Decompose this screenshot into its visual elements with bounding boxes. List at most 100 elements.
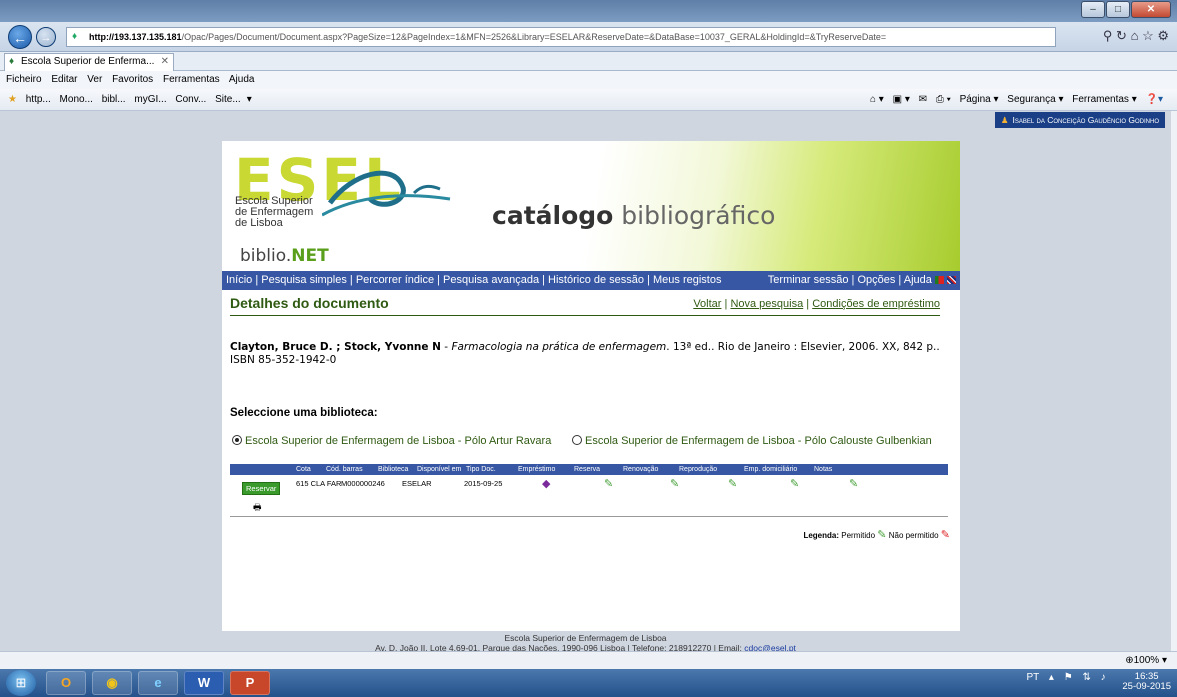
page-viewport: ♟ Isabel da Conceição Gaudêncio Godinho E…	[0, 111, 1171, 653]
nav-links[interactable]: Início | Pesquisa simples | Percorrer ín…	[226, 274, 721, 286]
show-hidden-icons[interactable]: ▴	[1049, 672, 1054, 683]
permitted-icon: ✎	[790, 478, 800, 490]
menu-ver[interactable]: Ver	[87, 74, 102, 85]
permitted-icon: ✎	[728, 478, 738, 490]
title-divider	[230, 315, 940, 316]
outlook-taskbar-icon[interactable]: O	[46, 671, 86, 695]
word-taskbar-icon[interactable]: W	[184, 671, 224, 695]
col-cota: Cota	[296, 466, 311, 473]
col-barcode: Cód. barras	[326, 466, 363, 473]
internet-explorer-taskbar-icon[interactable]: e	[138, 671, 178, 695]
flag-icon[interactable]: ⚑	[1064, 672, 1073, 683]
mail-icon[interactable]: ✉	[919, 94, 927, 105]
search-icon[interactable]: ⚲	[1103, 28, 1113, 43]
windows-taskbar: ⊞ O ◉ e W P PT ▴ ⚑ ⇅ ♪ 16:35 25-09-2015	[0, 669, 1177, 697]
menu-editar[interactable]: Editar	[51, 74, 77, 85]
help-icon[interactable]: ❓▾	[1146, 94, 1163, 105]
favorites-star-icon[interactable]: ★	[8, 94, 17, 105]
permitted-icon: ✎	[670, 478, 680, 490]
close-tab-icon[interactable]: ✕	[161, 54, 169, 70]
network-icon[interactable]: ⇅	[1082, 672, 1090, 683]
back-button[interactable]: ←	[8, 25, 32, 49]
col-reproduction: Reprodução	[679, 466, 718, 473]
tab-favicon-icon: ♦	[9, 56, 15, 67]
favorite-link[interactable]: http...	[26, 94, 51, 105]
site-header: ESEL Escola Superior de Enfermagem de Li…	[222, 141, 960, 271]
reference-authors: Clayton, Bruce D. ; Stock, Yvonne N	[230, 341, 441, 353]
command-pagina[interactable]: Página ▾	[960, 94, 999, 105]
user-icon: ♟	[1000, 115, 1009, 125]
favorites-bar: ★ http... Mono... bibl... myGI... Conv..…	[0, 89, 1177, 111]
footer-institution: Escola Superior de Enfermagem de Lisboa	[504, 633, 667, 643]
favorite-link[interactable]: bibl...	[102, 94, 126, 105]
radio-unselected-icon[interactable]	[572, 435, 582, 445]
zoom-level[interactable]: ⊕100% ▾	[1125, 655, 1167, 666]
print-icon[interactable]: ⎙ ▾	[936, 94, 951, 105]
refresh-icon[interactable]: ↻	[1116, 28, 1127, 43]
catalog-page: ESEL Escola Superior de Enfermagem de Li…	[222, 141, 960, 631]
user-badge[interactable]: ♟ Isabel da Conceição Gaudêncio Godinho	[994, 112, 1165, 128]
portugal-flag-icon[interactable]	[934, 276, 944, 285]
page-links: Voltar | Nova pesquisa | Condições de em…	[693, 298, 940, 310]
volume-icon[interactable]: ♪	[1101, 672, 1106, 683]
home-icon[interactable]: ⌂ ▾	[870, 94, 884, 105]
radio-selected-icon[interactable]	[232, 435, 242, 445]
nav-session-links[interactable]: Terminar sessão | Opções | Ajuda	[768, 274, 932, 286]
menu-ajuda[interactable]: Ajuda	[229, 74, 255, 85]
menu-ficheiro[interactable]: Ficheiro	[6, 74, 42, 85]
page-favicon-icon: ♦	[72, 31, 78, 42]
col-reserve: Reserva	[574, 466, 601, 473]
page-footer: Escola Superior de Enfermagem de Lisboa …	[0, 633, 1171, 653]
uk-flag-icon[interactable]	[947, 276, 956, 285]
cell-cota: 615 CLA FAR	[296, 479, 342, 488]
url-field[interactable]: http://193.137.135.181/Opac/Pages/Docume…	[66, 27, 1056, 47]
logo-wave-icon	[322, 170, 451, 217]
clock[interactable]: 16:35 25-09-2015	[1115, 672, 1171, 692]
favorite-link[interactable]: Mono...	[60, 94, 93, 105]
zoom-icon: ⊕	[1125, 655, 1134, 666]
forward-button[interactable]: →	[36, 27, 56, 47]
back-link[interactable]: Voltar	[693, 298, 721, 310]
favorite-link[interactable]: myGI...	[134, 94, 166, 105]
vertical-scrollbar[interactable]	[1171, 111, 1177, 651]
col-library: Biblioteca	[378, 466, 409, 473]
col-notes: Notas	[814, 466, 833, 473]
minimize-button[interactable]: –	[1081, 1, 1105, 18]
maximize-button[interactable]: □	[1106, 1, 1130, 18]
browser-tab[interactable]: ♦ Escola Superior de Enferma... ✕	[4, 53, 174, 71]
favorite-link[interactable]: Site...	[215, 94, 241, 105]
library-option-calouste-gulbenkian[interactable]: Escola Superior de Enfermagem de Lisboa …	[572, 435, 932, 447]
menu-favoritos[interactable]: Favoritos	[112, 74, 153, 85]
gear-icon[interactable]: ⚙	[1157, 28, 1169, 43]
print-icon[interactable]: 🖶	[253, 500, 262, 516]
menu-ferramentas[interactable]: Ferramentas	[163, 74, 220, 85]
cell-barcode: M000000246	[341, 479, 385, 488]
powerpoint-taskbar-icon[interactable]: P	[230, 671, 270, 695]
language-indicator[interactable]: PT	[1026, 672, 1039, 683]
user-name: Isabel da Conceição Gaudêncio Godinho	[1012, 115, 1159, 125]
command-seguranca[interactable]: Segurança ▾	[1007, 94, 1063, 105]
catalog-title: catálogo bibliográfico	[492, 201, 776, 230]
page-title: Detalhes do documento	[230, 295, 389, 311]
new-search-link[interactable]: Nova pesquisa	[730, 298, 803, 310]
start-button[interactable]: ⊞	[6, 670, 36, 696]
system-tray: PT ▴ ⚑ ⇅ ♪ 16:35 25-09-2015	[1019, 672, 1171, 692]
feeds-icon[interactable]: ▣ ▾	[893, 94, 910, 105]
col-loan: Empréstimo	[518, 466, 556, 473]
command-ferramentas[interactable]: Ferramentas ▾	[1072, 94, 1136, 105]
permitted-icon: ✎	[604, 478, 614, 490]
bibliographic-reference: Clayton, Bruce D. ; Stock, Yvonne N - Fa…	[230, 341, 940, 366]
reference-title: Farmacologia na prática de enfermagem	[451, 341, 667, 353]
main-navigation: Início | Pesquisa simples | Percorrer ín…	[222, 271, 960, 290]
close-button[interactable]: ✕	[1131, 1, 1171, 18]
home-icon[interactable]: ⌂	[1131, 28, 1139, 43]
favorites-star-icon[interactable]: ☆	[1142, 28, 1154, 43]
chevron-down-icon[interactable]: ▾	[247, 94, 252, 105]
table-row: Reservar 🖶 615 CLA FAR M000000246 ESELAR…	[230, 477, 948, 512]
favorite-link[interactable]: Conv...	[175, 94, 206, 105]
reserve-button[interactable]: Reservar	[242, 482, 281, 495]
loan-conditions-link[interactable]: Condições de empréstimo	[812, 298, 940, 310]
library-option-artur-ravara[interactable]: Escola Superior de Enfermagem de Lisboa …	[232, 435, 551, 447]
chrome-taskbar-icon[interactable]: ◉	[92, 671, 132, 695]
not-permitted-icon: ✎	[940, 529, 950, 541]
